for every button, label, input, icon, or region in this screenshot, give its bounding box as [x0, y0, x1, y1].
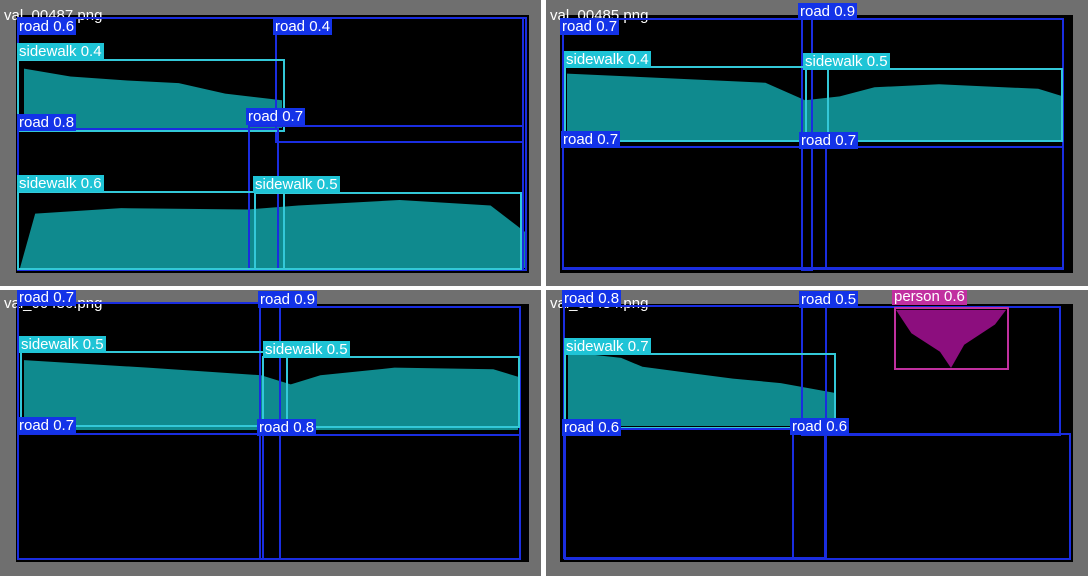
detection-label: road 0.4 — [273, 18, 333, 35]
detection-label: sidewalk 0.6 — [17, 175, 104, 192]
detection-label: road 0.9 — [258, 291, 318, 308]
detection-label: road 0.7 — [246, 108, 306, 125]
image-panel-3: val_00484.png road 0.8 road 0.5 person 0… — [546, 290, 1088, 576]
detection-box-sidewalk — [254, 192, 522, 270]
detection-label: road 0.5 — [799, 291, 859, 308]
detection-box-road — [792, 433, 1071, 560]
detection-label: sidewalk 0.5 — [263, 341, 350, 358]
detection-label: sidewalk 0.5 — [803, 53, 890, 70]
detection-box-road — [262, 434, 521, 560]
detection-box-road — [801, 146, 1064, 270]
detection-box-sidewalk — [262, 356, 520, 428]
detection-label: road 0.7 — [799, 132, 859, 149]
detection-label: road 0.7 — [561, 131, 621, 148]
detection-label: person 0.6 — [892, 290, 967, 305]
detection-box-sidewalk — [17, 191, 285, 270]
detection-label: road 0.7 — [560, 18, 620, 35]
detection-box-road — [17, 433, 281, 560]
detection-label: sidewalk 0.5 — [253, 176, 340, 193]
detection-label: sidewalk 0.5 — [19, 336, 106, 353]
detection-label: road 0.6 — [17, 18, 77, 35]
detection-label: road 0.8 — [17, 114, 77, 131]
detection-label: sidewalk 0.7 — [564, 338, 651, 355]
detection-label: road 0.6 — [790, 418, 850, 435]
image-panel-2: val_00486.png road 0.7 road 0.9 sidewalk… — [0, 290, 541, 576]
detection-label: road 0.6 — [562, 419, 622, 436]
detection-label: road 0.9 — [798, 3, 858, 20]
detection-label: road 0.8 — [257, 419, 317, 436]
detection-box-person — [894, 307, 1009, 370]
detection-label: road 0.7 — [17, 417, 77, 434]
image-panel-1: val_00485.png road 0.9 road 0.7 sidewalk… — [546, 0, 1088, 286]
detection-label: sidewalk 0.4 — [564, 51, 651, 68]
detection-box-sidewalk — [805, 68, 1063, 142]
detection-box-sidewalk — [20, 351, 288, 427]
detection-box-road — [562, 146, 827, 270]
detection-label: road 0.8 — [562, 290, 622, 307]
image-panel-0: val_00487.png road 0.6 road 0.4 sidewalk… — [0, 0, 541, 286]
detection-label: sidewalk 0.4 — [17, 43, 104, 60]
detection-box-road — [564, 428, 826, 560]
detection-label: road 0.7 — [17, 290, 77, 306]
